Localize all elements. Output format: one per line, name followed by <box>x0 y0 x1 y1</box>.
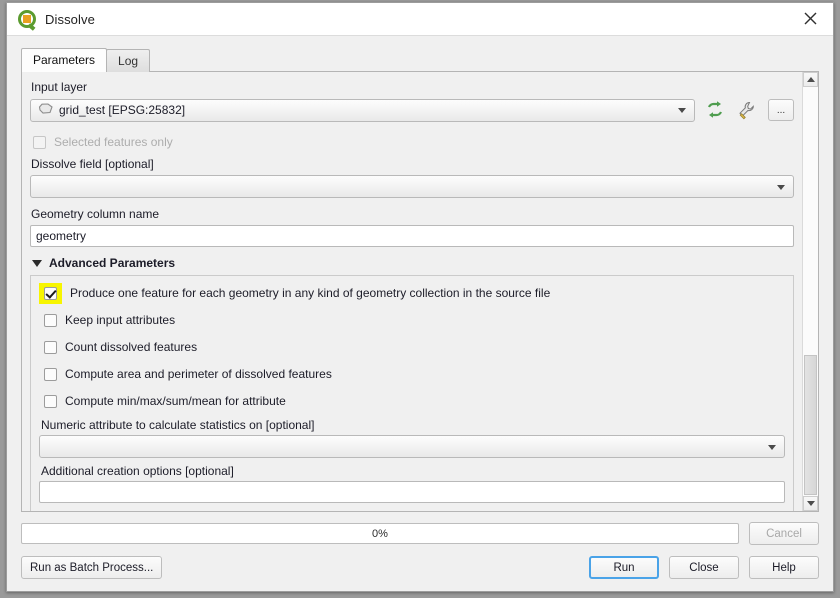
input-layer-value: grid_test [EPSG:25832] <box>59 103 186 117</box>
count-dissolved-features-row[interactable]: Count dissolved features <box>44 336 785 358</box>
compute-area-perimeter-checkbox[interactable] <box>44 367 57 381</box>
count-dissolved-features-label: Count dissolved features <box>65 340 198 354</box>
parameters-scroll-area: Input layer grid_test [EPSG:25832] ... S… <box>22 72 802 511</box>
compute-area-perimeter-label: Compute area and perimeter of dissolved … <box>65 367 332 381</box>
creation-options-label: Additional creation options [optional] <box>41 464 234 478</box>
advanced-parameters-title: Advanced Parameters <box>49 256 176 270</box>
produce-one-feature-row[interactable]: Produce one feature for each geometry in… <box>39 282 785 304</box>
run-button[interactable]: Run <box>589 556 659 579</box>
highlight-annotation <box>39 282 62 304</box>
close-button[interactable]: Close <box>669 556 739 579</box>
progress-bar: 0% <box>21 523 739 544</box>
count-dissolved-features-checkbox[interactable] <box>44 340 57 354</box>
advanced-parameters-panel: Produce one feature for each geometry in… <box>30 275 794 511</box>
compute-stats-attribute-checkbox[interactable] <box>44 394 57 408</box>
scrollbar-track[interactable] <box>803 87 818 496</box>
scrollbar-thumb[interactable] <box>804 355 817 495</box>
qgis-logo-icon <box>18 10 36 31</box>
dissolve-field-label: Dissolve field [optional] <box>31 157 154 171</box>
input-layer-combo[interactable]: grid_test [EPSG:25832] <box>30 98 695 122</box>
compute-stats-attribute-label: Compute min/max/sum/mean for attribute <box>65 394 286 408</box>
dissolve-dialog: Dissolve Parameters Log Input layer grid… <box>6 2 834 592</box>
scroll-up-button[interactable] <box>803 72 818 87</box>
triangle-up-icon <box>806 77 815 82</box>
dialog-footer: 0% Cancel Run as Batch Process... Run Cl… <box>7 512 833 591</box>
title-bar: Dissolve <box>7 3 833 36</box>
keep-input-attributes-row[interactable]: Keep input attributes <box>44 309 785 331</box>
window-title: Dissolve <box>45 11 95 27</box>
tab-parameters[interactable]: Parameters <box>21 48 108 72</box>
tab-log[interactable]: Log <box>106 49 151 72</box>
close-icon[interactable] <box>788 3 833 34</box>
dissolve-field-combo[interactable] <box>30 175 794 198</box>
produce-one-feature-label: Produce one feature for each geometry in… <box>70 286 551 300</box>
chevron-down-icon <box>777 184 785 190</box>
input-layer-label: Input layer <box>31 80 88 94</box>
produce-one-feature-checkbox[interactable] <box>44 286 57 300</box>
numeric-attribute-label: Numeric attribute to calculate statistic… <box>41 418 315 432</box>
selected-features-only-checkbox[interactable] <box>33 135 46 149</box>
triangle-down-icon <box>32 259 42 267</box>
geometry-column-name-group: Geometry column name geometry <box>30 207 794 247</box>
help-button[interactable]: Help <box>749 556 819 579</box>
selected-features-only-row[interactable]: Selected features only <box>33 131 794 153</box>
iterate-refresh-icon[interactable] <box>702 98 728 122</box>
selected-features-only-label: Selected features only <box>54 135 173 149</box>
chevron-down-icon <box>768 444 776 450</box>
parameters-panel: Input layer grid_test [EPSG:25832] ... S… <box>21 72 819 512</box>
cancel-button[interactable]: Cancel <box>749 522 819 545</box>
compute-area-perimeter-row[interactable]: Compute area and perimeter of dissolved … <box>44 363 785 385</box>
compute-stats-attribute-row[interactable]: Compute min/max/sum/mean for attribute <box>44 390 785 412</box>
browse-button[interactable]: ... <box>768 99 794 121</box>
geometry-column-name-input[interactable]: geometry <box>30 225 794 247</box>
run-as-batch-process-button[interactable]: Run as Batch Process... <box>21 556 163 579</box>
vertical-scrollbar[interactable] <box>802 72 818 511</box>
dissolve-field-group: Dissolve field [optional] <box>30 157 794 198</box>
keep-input-attributes-label: Keep input attributes <box>65 313 176 327</box>
geometry-column-name-label: Geometry column name <box>31 207 160 221</box>
polygon-layer-icon <box>38 103 53 117</box>
chevron-down-icon <box>678 108 686 113</box>
numeric-attribute-combo[interactable] <box>39 435 785 458</box>
keep-input-attributes-checkbox[interactable] <box>44 313 57 327</box>
tab-bar: Parameters Log <box>21 48 833 72</box>
wrench-icon[interactable] <box>735 98 761 122</box>
creation-options-input[interactable] <box>39 481 785 503</box>
screen: Dissolve Parameters Log Input layer grid… <box>0 0 840 598</box>
triangle-down-icon <box>806 501 815 506</box>
advanced-parameters-header[interactable]: Advanced Parameters <box>32 256 794 270</box>
scroll-down-button[interactable] <box>803 496 818 511</box>
input-layer-group: Input layer grid_test [EPSG:25832] ... <box>30 80 794 122</box>
progress-label: 0% <box>372 527 388 540</box>
